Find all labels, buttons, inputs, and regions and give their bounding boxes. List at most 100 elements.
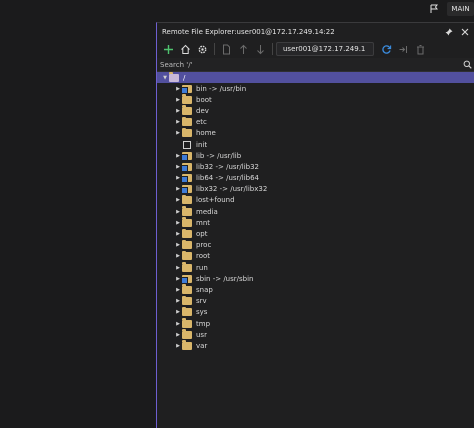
tree-row[interactable]: ▶ lib -> /usr/lib	[157, 150, 474, 161]
tree-row[interactable]: ▶ mnt	[157, 217, 474, 228]
chevron-right-icon[interactable]: ▶	[174, 242, 182, 248]
tree-entries: ▶ bin -> /usr/bin ▶ boot ▶ dev ▶ etc ▶ home init ▶ l…	[157, 83, 474, 352]
tree-row[interactable]: ▶ lib32 -> /usr/lib32	[157, 161, 474, 172]
search-button[interactable]	[460, 58, 474, 72]
tree-row[interactable]: ▶ usr	[157, 329, 474, 340]
disconnect-button[interactable]	[395, 41, 411, 57]
folder-icon	[182, 262, 192, 272]
chevron-right-icon[interactable]: ▶	[174, 332, 182, 338]
tree-row-label: tmp	[196, 319, 211, 328]
download-button[interactable]	[252, 41, 268, 57]
tree-row[interactable]: ▶ tmp	[157, 318, 474, 329]
connection-select[interactable]: user001@172.17.249.1	[276, 42, 374, 56]
chevron-right-icon[interactable]: ▶	[174, 287, 182, 293]
chevron-down-icon[interactable]: ▼	[161, 75, 169, 81]
tree-row-label: etc	[196, 118, 207, 127]
add-connection-button[interactable]	[160, 41, 176, 57]
tree-row-label: run	[196, 263, 208, 272]
refresh-button[interactable]	[378, 41, 394, 57]
tree-row-label: snap	[196, 285, 213, 294]
main-button[interactable]: MAIN	[447, 2, 474, 16]
tree-row-label: root	[196, 252, 211, 261]
tree-row[interactable]: ▶ srv	[157, 295, 474, 307]
search-input[interactable]	[160, 60, 460, 69]
tree-row[interactable]: ▶ boot	[157, 94, 474, 105]
folder-icon	[182, 284, 192, 294]
folder-icon	[182, 116, 192, 127]
tree-row[interactable]: ▶ libx32 -> /usr/libx32	[157, 184, 474, 195]
file-tree: ▼ / ▶ bin -> /usr/bin ▶ boot ▶ dev ▶ etc ▶ home in…	[157, 72, 474, 352]
tree-row[interactable]: ▶ root	[157, 250, 474, 262]
tree-row[interactable]: ▶ var	[157, 340, 474, 351]
tree-row-label: sys	[196, 308, 208, 317]
settings-button[interactable]	[194, 41, 210, 57]
chevron-right-icon[interactable]: ▶	[174, 265, 182, 271]
panel-title: Remote File Explorer:user001@172.17.249.…	[162, 27, 335, 36]
symlink-folder-icon	[181, 174, 192, 184]
chevron-right-icon[interactable]: ▶	[174, 197, 182, 203]
tree-row[interactable]: ▶ media	[157, 206, 474, 217]
remote-file-explorer-panel: Remote File Explorer:user001@172.17.249.…	[156, 22, 474, 428]
chevron-right-icon[interactable]: ▶	[174, 298, 182, 304]
chevron-right-icon[interactable]: ▶	[174, 97, 182, 103]
connection-value: user001@172.17.249.1	[283, 45, 366, 53]
chevron-right-icon[interactable]: ▶	[174, 231, 182, 237]
home-button[interactable]	[177, 41, 193, 57]
tree-row[interactable]: ▶ etc	[157, 116, 474, 128]
tree-row-label: lib32 -> /usr/lib32	[196, 162, 259, 171]
symlink-folder-icon	[181, 162, 192, 172]
tree-row[interactable]: ▶ bin -> /usr/bin	[157, 83, 474, 94]
folder-icon	[182, 329, 192, 339]
chevron-right-icon[interactable]: ▶	[174, 309, 182, 315]
folder-icon	[182, 127, 192, 138]
tree-row[interactable]: ▶ sys	[157, 306, 474, 318]
symlink-folder-icon	[181, 185, 192, 195]
explorer-toolbar: user001@172.17.249.1	[157, 40, 474, 58]
add-icon	[163, 44, 173, 54]
home-icon	[180, 44, 190, 54]
upload-button[interactable]	[235, 41, 251, 57]
tree-row[interactable]: init	[157, 139, 474, 150]
tree-row[interactable]: ▶ snap	[157, 284, 474, 295]
chevron-right-icon[interactable]: ▶	[174, 130, 182, 136]
close-button[interactable]	[458, 25, 472, 39]
chevron-right-icon[interactable]: ▶	[174, 343, 182, 349]
pin-button[interactable]	[442, 25, 456, 39]
tree-row[interactable]: ▶ lib64 -> /usr/lib64	[157, 173, 474, 184]
folder-icon	[182, 206, 192, 216]
upload-icon	[239, 44, 247, 54]
tree-row[interactable]: ▶ run	[157, 262, 474, 273]
chevron-right-icon[interactable]: ▶	[174, 119, 182, 125]
folder-icon	[182, 295, 192, 306]
tree-row[interactable]: ▶ home	[157, 127, 474, 139]
chevron-right-icon[interactable]: ▶	[174, 209, 182, 215]
folder-icon	[182, 340, 192, 350]
tree-row-label: mnt	[196, 218, 210, 227]
chevron-right-icon[interactable]: ▶	[174, 253, 182, 259]
tree-row[interactable]: ▶ proc	[157, 239, 474, 251]
new-file-button[interactable]	[218, 41, 234, 57]
chevron-right-icon[interactable]: ▶	[174, 108, 182, 114]
tree-row[interactable]: ▶ opt	[157, 228, 474, 239]
folder-icon	[182, 250, 192, 261]
folder-icon	[182, 94, 192, 104]
tree-row-label: opt	[196, 230, 208, 239]
search-icon	[463, 60, 472, 69]
chevron-right-icon[interactable]: ▶	[174, 321, 182, 327]
tree-row-label: dev	[196, 106, 209, 115]
folder-icon	[182, 239, 192, 250]
feedback-button[interactable]	[427, 2, 441, 16]
tree-row[interactable]: ▶ dev	[157, 105, 474, 116]
tree-row-label: srv	[196, 297, 207, 306]
panel-title-bar: Remote File Explorer:user001@172.17.249.…	[157, 23, 474, 40]
tree-root-row[interactable]: ▼ /	[157, 72, 474, 83]
tree-row[interactable]: ▶ sbin -> /usr/sbin	[157, 273, 474, 284]
toolbar-separator	[214, 43, 215, 55]
symlink-folder-icon	[181, 84, 192, 94]
tree-row-label: proc	[196, 241, 212, 250]
delete-button[interactable]	[412, 41, 428, 57]
delete-icon	[416, 44, 424, 54]
tree-row-label: sbin -> /usr/sbin	[196, 274, 254, 283]
chevron-right-icon[interactable]: ▶	[174, 220, 182, 226]
tree-row[interactable]: ▶ lost+found	[157, 194, 474, 206]
